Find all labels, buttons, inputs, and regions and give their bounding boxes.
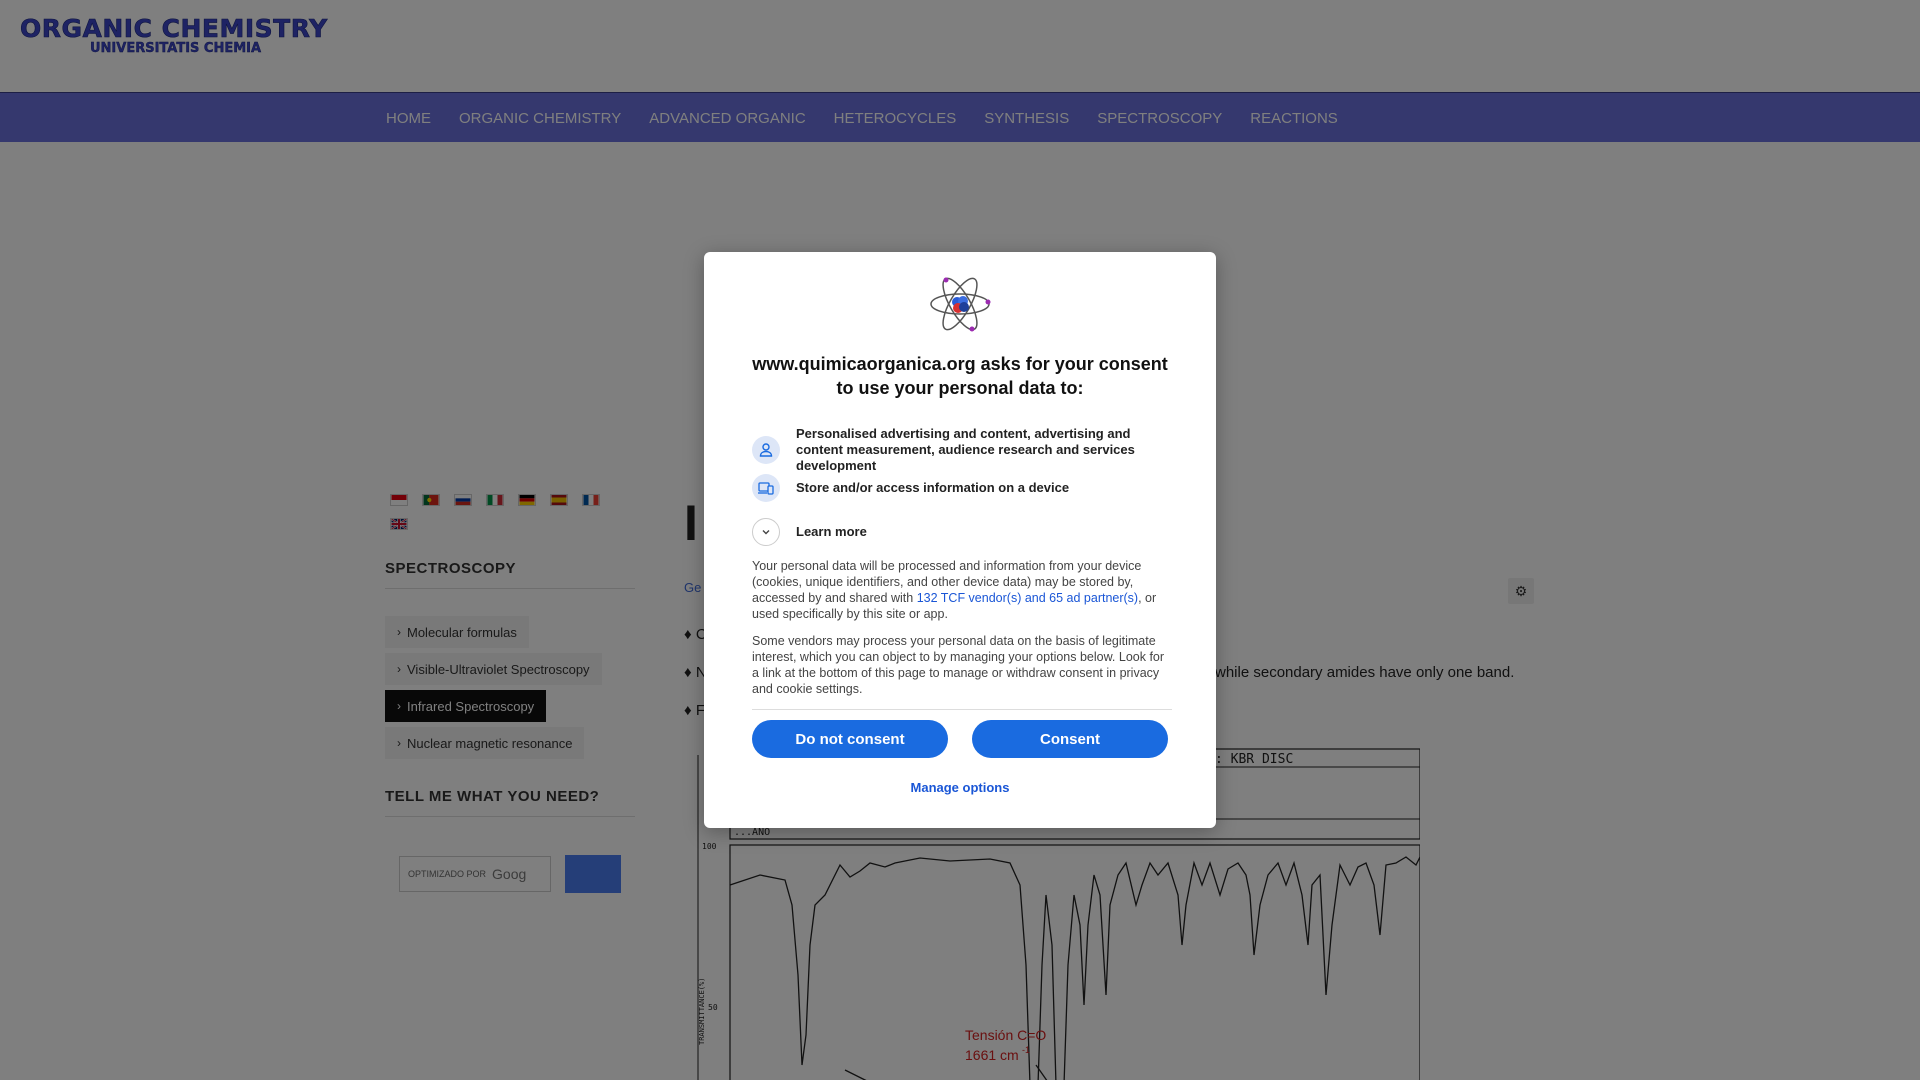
devices-icon [752, 474, 780, 502]
consent-button[interactable]: Consent [972, 720, 1168, 758]
manage-options-link[interactable]: Manage options [704, 780, 1216, 795]
vendors-link[interactable]: 132 TCF vendor(s) and 65 ad partner(s) [917, 591, 1138, 605]
learn-more-label: Learn more [796, 524, 867, 539]
consent-paragraph-2: Some vendors may process your personal d… [752, 634, 1165, 696]
chevron-down-icon [752, 518, 780, 546]
consent-paragraph-1: Your personal data will be processed and… [752, 558, 1172, 622]
purpose-store-access: Store and/or access information on a dev… [752, 474, 1166, 502]
learn-more-toggle[interactable]: Learn more [752, 518, 1166, 546]
do-not-consent-button[interactable]: Do not consent [752, 720, 948, 758]
consent-title: www.quimicaorganica.org asks for your co… [752, 354, 1168, 398]
consent-dialog: www.quimicaorganica.org asks for your co… [704, 252, 1216, 828]
purpose-text: Store and/or access information on a dev… [796, 480, 1070, 495]
purpose-text: Personalised advertising and content, ad… [796, 426, 1135, 473]
person-icon [752, 436, 780, 464]
divider [752, 709, 1172, 710]
atom-logo-icon [930, 277, 991, 332]
purpose-personalised-ads: Personalised advertising and content, ad… [752, 426, 1166, 474]
